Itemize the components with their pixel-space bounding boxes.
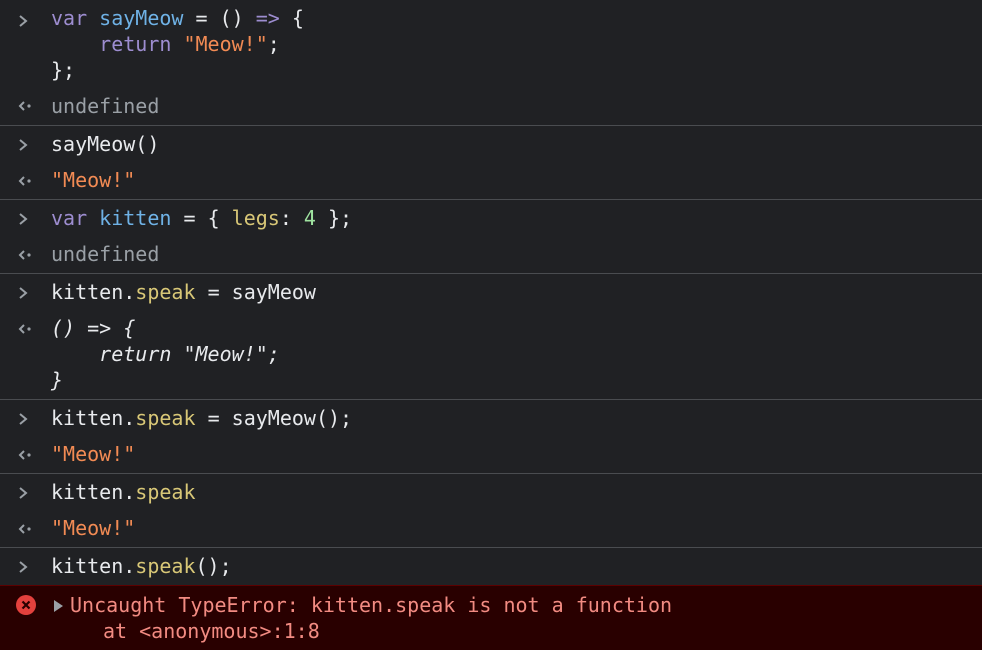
output-function-line: } xyxy=(51,368,64,392)
return-arrow-icon xyxy=(17,442,39,468)
input-line: kitten.speak = sayMeow xyxy=(51,280,316,304)
input-line: }; xyxy=(51,58,76,82)
input-line: var sayMeow = () => { xyxy=(51,6,304,30)
console-entry: kitten.speak = sayMeow () => { return "M… xyxy=(0,274,982,400)
error-message: Uncaught TypeError: kitten.speak is not … xyxy=(0,585,982,650)
return-arrow-icon xyxy=(17,516,39,542)
chevron-right-icon xyxy=(17,554,39,580)
devtools-console: var sayMeow = () => { return "Meow!"; };… xyxy=(0,0,982,650)
output-value: undefined xyxy=(51,242,160,266)
output-value: "Meow!" xyxy=(51,516,136,540)
output-function-line: return "Meow!"; xyxy=(99,342,280,366)
console-entry: kitten.speak "Meow!" xyxy=(0,474,982,548)
chevron-right-icon xyxy=(17,280,39,306)
error-stack-location[interactable]: at <anonymous>:1:8 xyxy=(103,618,320,644)
console-entry: kitten.speak(); xyxy=(0,548,982,585)
input-line: return "Meow!"; xyxy=(99,32,280,56)
input-line: kitten.speak = sayMeow(); xyxy=(51,406,353,430)
chevron-right-icon xyxy=(17,206,39,232)
input-line: sayMeow() xyxy=(51,132,160,156)
console-entry: sayMeow() "Meow!" xyxy=(0,126,982,200)
return-arrow-icon xyxy=(17,168,39,194)
input-line: kitten.speak(); xyxy=(51,554,232,578)
expand-triangle-icon[interactable] xyxy=(54,600,63,612)
output-value: "Meow!" xyxy=(51,168,136,192)
console-entry: kitten.speak = sayMeow(); "Meow!" xyxy=(0,400,982,474)
output-value: undefined xyxy=(51,94,160,118)
chevron-right-icon xyxy=(17,8,39,34)
chevron-right-icon xyxy=(17,480,39,506)
chevron-right-icon xyxy=(17,132,39,158)
error-circle-icon xyxy=(16,595,36,615)
chevron-right-icon xyxy=(17,406,39,432)
error-text[interactable]: Uncaught TypeError: kitten.speak is not … xyxy=(70,592,672,618)
input-line: kitten.speak xyxy=(51,480,196,504)
return-arrow-icon xyxy=(17,93,39,119)
return-arrow-icon xyxy=(17,242,39,268)
return-arrow-icon xyxy=(17,316,39,342)
output-function-line: () => { xyxy=(51,316,136,340)
input-line: var kitten = { legs: 4 }; xyxy=(51,206,353,230)
output-value: "Meow!" xyxy=(51,442,136,466)
console-entry: var kitten = { legs: 4 }; undefined xyxy=(0,200,982,274)
console-entry: var sayMeow = () => { return "Meow!"; };… xyxy=(0,0,982,126)
